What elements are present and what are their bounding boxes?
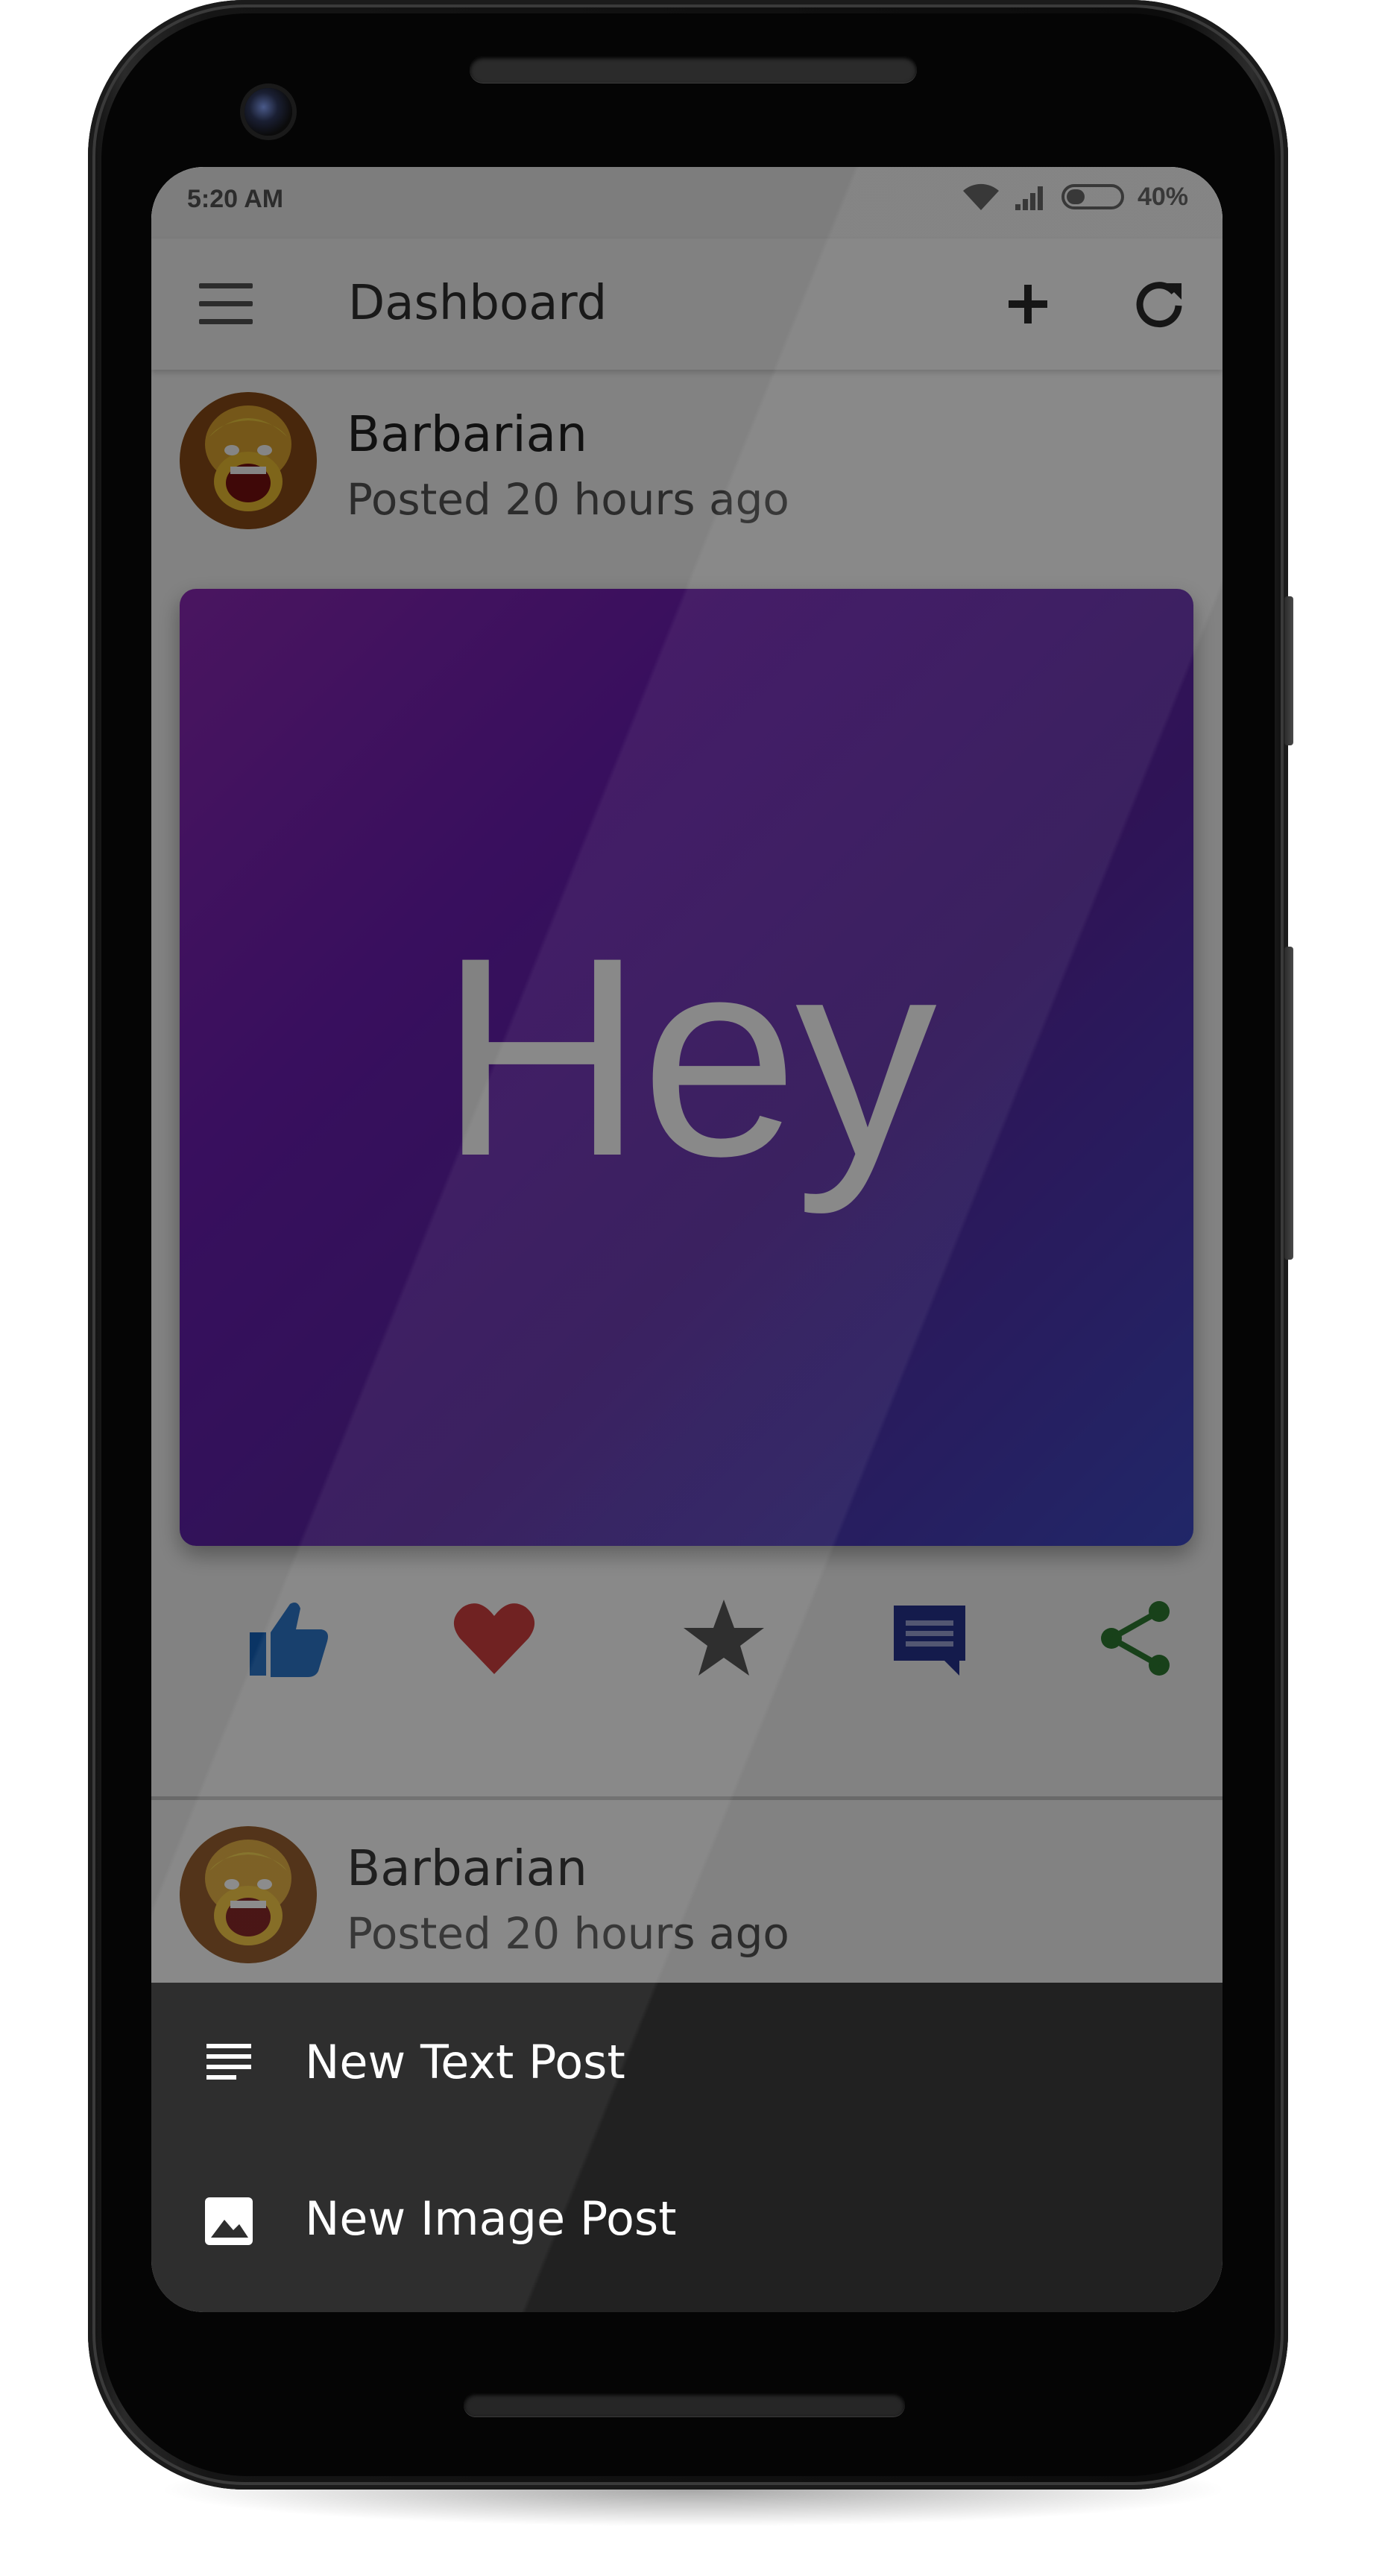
new-text-post-label: New Text Post — [305, 2035, 625, 2089]
earpiece-speaker — [470, 56, 917, 83]
front-camera — [244, 88, 292, 136]
new-text-post-item[interactable]: New Text Post — [151, 1983, 1222, 2147]
screen: 5:20 AM 40% Dashboard Barbarian Posted 2… — [151, 167, 1222, 2312]
new-image-post-label: New Image Post — [305, 2191, 677, 2246]
bottom-speaker — [464, 2393, 905, 2416]
text-lines-icon — [206, 2044, 251, 2080]
image-icon — [205, 2197, 253, 2245]
power-button — [1284, 596, 1293, 745]
bottom-sheet: New Text Post New Image Post — [151, 1983, 1222, 2312]
new-image-post-item[interactable]: New Image Post — [151, 2147, 1222, 2311]
volume-button — [1284, 947, 1293, 1260]
